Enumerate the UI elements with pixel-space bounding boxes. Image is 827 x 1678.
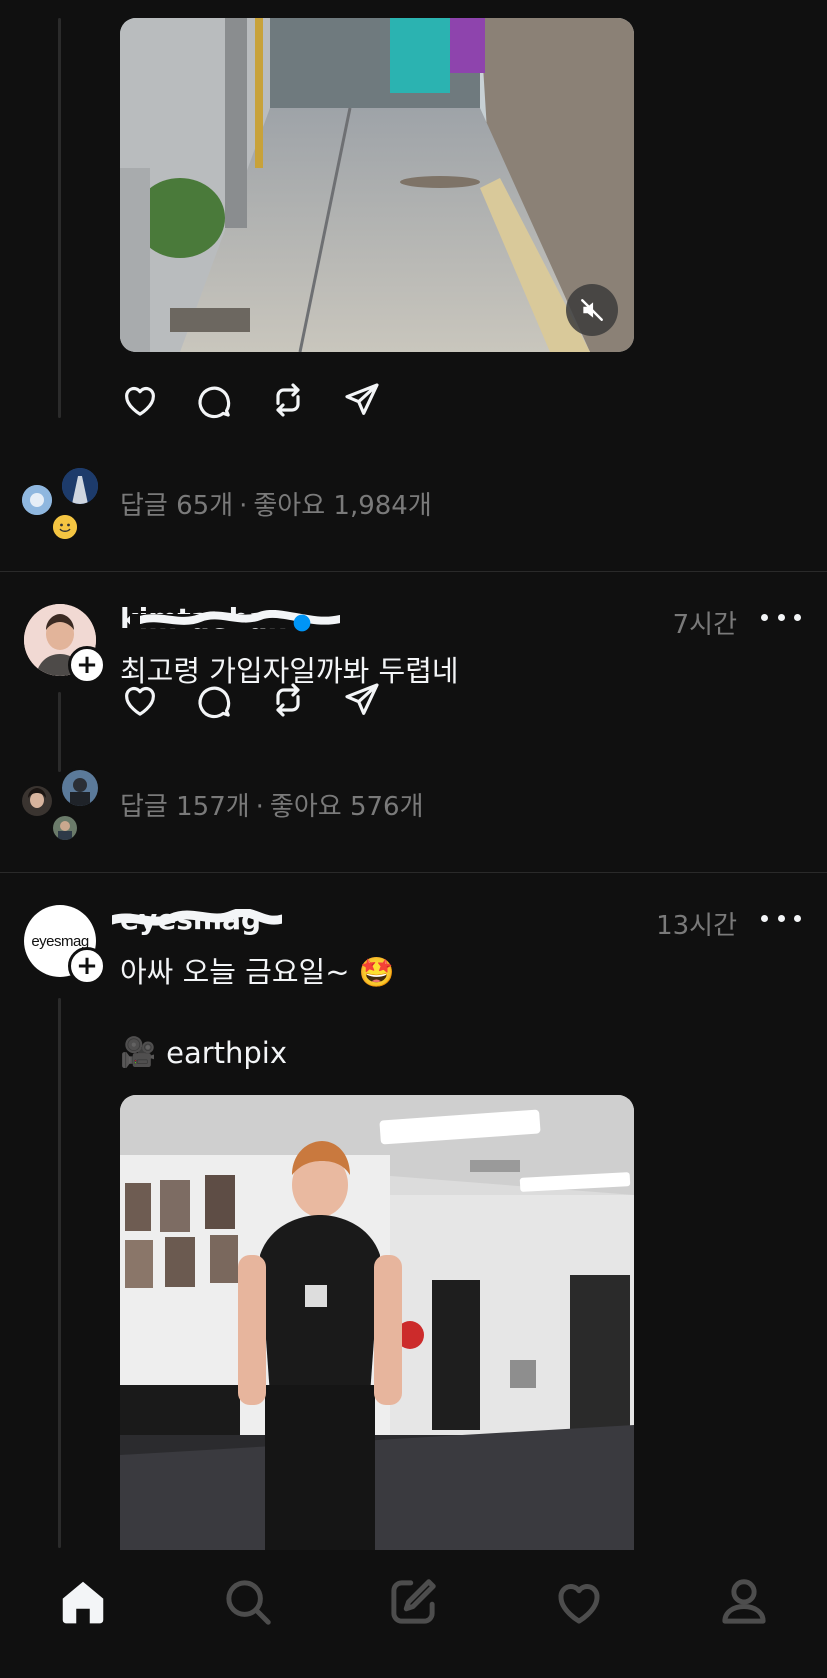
- dot: [761, 914, 768, 922]
- post-1: 답글 65개 · 좋아요 1,984개: [0, 0, 827, 541]
- nav-home[interactable]: [53, 1572, 113, 1632]
- like-count[interactable]: 좋아요 576개: [270, 792, 424, 822]
- more-options-button[interactable]: [761, 903, 801, 933]
- replier-avatar: [60, 768, 100, 808]
- like-button[interactable]: [118, 378, 162, 422]
- mute-button[interactable]: [566, 284, 618, 336]
- replier-avatar: [20, 483, 54, 517]
- reply-button[interactable]: [192, 678, 236, 722]
- replier-avatar: [60, 466, 100, 506]
- repost-author[interactable]: earthpix: [166, 1036, 287, 1070]
- thread-line: [58, 692, 61, 772]
- post-stats[interactable]: 답글 65개 · 좋아요 1,984개: [120, 485, 432, 522]
- post-time: 13시간: [656, 911, 737, 941]
- heart-icon: [125, 686, 155, 716]
- repost-icon: [276, 383, 300, 417]
- reply-count[interactable]: 답글 65개: [120, 491, 233, 521]
- post-time: 7시간: [672, 610, 737, 640]
- dot: [761, 613, 768, 621]
- repost-button[interactable]: [266, 378, 310, 422]
- post-3: eyesmag + eyesmag 13시간 아싸 오늘 금요일~ 🤩 🎥 ea…: [0, 873, 827, 1550]
- nav-profile[interactable]: [714, 1572, 774, 1632]
- post-video[interactable]: [120, 1095, 634, 1550]
- search-icon: [226, 1580, 271, 1625]
- stats-separator: ·: [239, 491, 248, 521]
- street-video-thumbnail: [120, 18, 634, 352]
- comment-icon: [198, 686, 231, 719]
- bottom-navigation: [0, 1550, 827, 1678]
- nav-search[interactable]: [218, 1572, 278, 1632]
- send-icon: [345, 383, 379, 415]
- nav-activity[interactable]: [549, 1572, 609, 1632]
- home-icon: [62, 1581, 103, 1624]
- heart-icon: [125, 386, 155, 416]
- compose-icon: [391, 1579, 437, 1624]
- dot: [777, 914, 785, 922]
- like-count[interactable]: 좋아요 1,984개: [253, 491, 431, 521]
- post-actions: [118, 678, 384, 722]
- post-actions: [118, 378, 384, 422]
- verified-badge-icon: [293, 614, 311, 632]
- reply-count[interactable]: 답글 157개: [120, 792, 250, 822]
- follow-button[interactable]: +: [68, 947, 106, 985]
- repost-icon: [276, 683, 300, 717]
- comment-icon: [198, 386, 231, 419]
- thread-line: [58, 18, 61, 418]
- activity-heart-icon: [558, 1584, 600, 1624]
- profile-icon: [722, 1579, 766, 1624]
- thread-line: [58, 998, 61, 1548]
- post-text-body: 아싸 오늘 금요일~: [120, 955, 350, 989]
- follow-button[interactable]: +: [68, 646, 106, 684]
- more-options-button[interactable]: [761, 602, 801, 632]
- post-text: 아싸 오늘 금요일~ 🤩: [120, 949, 395, 991]
- share-button[interactable]: [340, 678, 384, 722]
- dot: [777, 613, 785, 621]
- repost-attribution[interactable]: 🎥 earthpix: [120, 1035, 287, 1070]
- dance-studio-video-thumbnail: [120, 1095, 634, 1550]
- nav-compose[interactable]: [383, 1572, 443, 1632]
- redaction-mark: [112, 909, 282, 926]
- send-icon: [345, 683, 379, 715]
- share-button[interactable]: [340, 378, 384, 422]
- replier-avatar: [51, 513, 79, 541]
- post-2: + kimtaehan 7시간 최고령 가입자일까봐 두렵네: [0, 572, 827, 872]
- muted-speaker-icon: [581, 299, 603, 321]
- stats-separator: ·: [255, 792, 264, 822]
- threads-feed[interactable]: 답글 65개·좋아요 1,984개 + kimtaehan 7시간 최고령 가입…: [0, 0, 827, 1550]
- repost-button[interactable]: [266, 678, 310, 722]
- reply-button[interactable]: [192, 378, 236, 422]
- post-stats[interactable]: 답글 157개 · 좋아요 576개: [120, 786, 424, 823]
- dot: [794, 613, 801, 621]
- video-camera-icon: 🎥: [120, 1035, 157, 1069]
- like-button[interactable]: [118, 678, 162, 722]
- replier-avatar: [20, 784, 54, 818]
- star-struck-emoji: 🤩: [358, 955, 395, 989]
- dot: [794, 914, 801, 922]
- avatar-logo-text: eyesmag: [31, 932, 89, 950]
- post-video[interactable]: [120, 18, 634, 352]
- replier-avatar: [51, 814, 79, 842]
